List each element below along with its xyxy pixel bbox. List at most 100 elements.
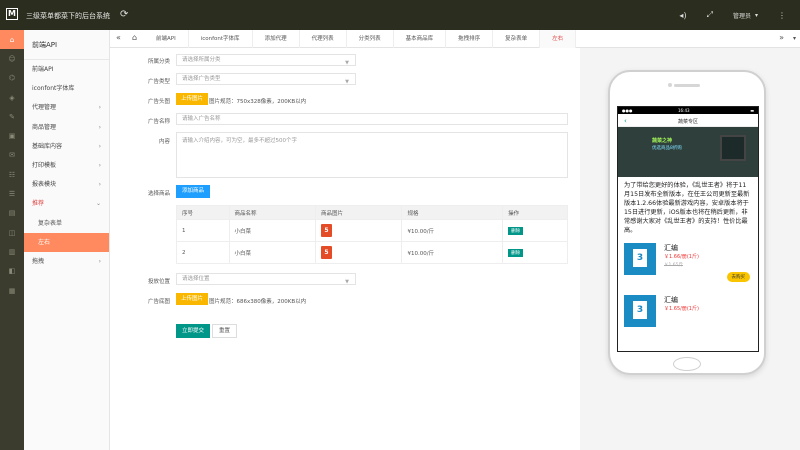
tab[interactable]: 拖拽排序 bbox=[446, 30, 494, 48]
ad-name-label: 广告名称 bbox=[147, 119, 170, 125]
tab[interactable]: 添加代理 bbox=[253, 30, 300, 48]
menu-item-label: 复杂表单 bbox=[38, 219, 63, 227]
system-title: 三级菜单都菜下的后台系统 bbox=[26, 12, 110, 20]
banner-subtitle: 优选商品8折购 bbox=[652, 146, 682, 151]
position-select[interactable]: 请选择位置 ▼ bbox=[176, 273, 356, 285]
add-goods-button[interactable]: 添加商品 bbox=[176, 185, 211, 198]
delete-button[interactable]: 删除 bbox=[508, 248, 524, 257]
menu-item-label: 报表模块 bbox=[32, 181, 57, 189]
rail-list-icon[interactable]: ☰ bbox=[0, 184, 24, 203]
tab[interactable]: 复杂表单 bbox=[493, 30, 541, 48]
menu-item-label: iconfont字体库 bbox=[32, 85, 75, 93]
refresh-icon[interactable]: ⟳ bbox=[120, 9, 128, 20]
tab[interactable]: 左右 bbox=[540, 30, 577, 48]
menu-item-label: 推荐 bbox=[32, 200, 45, 208]
rail-chart-icon[interactable]: ▥ bbox=[0, 242, 24, 261]
more-options-icon[interactable]: ⋮ bbox=[778, 11, 786, 20]
menu-item[interactable]: 代理管理 › bbox=[24, 98, 109, 117]
menu-item[interactable]: 前端API bbox=[24, 60, 109, 79]
speaker-grille bbox=[674, 84, 700, 87]
buy-button[interactable]: 去购买 bbox=[726, 272, 750, 282]
banner-title: 蔬菜之神 bbox=[652, 138, 673, 144]
position-label: 投放位置 bbox=[147, 279, 170, 285]
upload-bottom-image-button[interactable]: 上传图片 bbox=[176, 293, 209, 305]
promo-banner[interactable]: 蔬菜之神 优选商品8折购 bbox=[618, 127, 758, 177]
menu-item[interactable]: 报表模块 › bbox=[24, 175, 109, 194]
rail-chat-icon[interactable]: ✉ bbox=[0, 146, 24, 165]
tab[interactable]: 前端API bbox=[144, 30, 189, 48]
menu-item[interactable]: 商品管理 › bbox=[24, 118, 109, 137]
rail-home-icon[interactable]: ⌂ bbox=[0, 30, 24, 50]
user-menu[interactable]: 管理员 ▾ bbox=[733, 11, 758, 20]
rail-box-icon[interactable]: ▣ bbox=[0, 126, 24, 145]
delete-button[interactable]: 删除 bbox=[508, 226, 524, 235]
fullscreen-icon[interactable]: ⤢ bbox=[707, 10, 713, 20]
rail-grid-icon[interactable]: ▦ bbox=[0, 281, 24, 300]
reset-button[interactable]: 重置 bbox=[212, 324, 238, 338]
product-image: 3 bbox=[624, 295, 656, 327]
chevron-right-icon: › bbox=[98, 142, 101, 150]
rail-wrench-icon[interactable]: ✎ bbox=[0, 107, 24, 126]
rail-bag-icon[interactable]: ◧ bbox=[0, 262, 24, 281]
phone-navbar: ‹ 蔬菜专区 bbox=[618, 114, 758, 127]
rail-bank-icon[interactable]: ⌬ bbox=[0, 69, 24, 88]
scroll-tabs-right-icon[interactable]: » bbox=[779, 33, 784, 42]
tabs-menu-icon[interactable]: ▾ bbox=[793, 35, 796, 42]
goods-label: 选择商品 bbox=[147, 191, 170, 197]
bottom-image-hint: 图片规范：686x380像素，200KB以内 bbox=[209, 299, 307, 305]
rail-user-icon[interactable]: ☺ bbox=[0, 49, 24, 68]
chevron-down-icon: ▼ bbox=[345, 60, 349, 66]
table-header: 操作 bbox=[502, 205, 568, 220]
tab-bar: « ⌂ 前端API iconfont字体库 添加代理 代理列表 分类列表 基本商品库 拖拽排… bbox=[110, 30, 800, 48]
row-spec: ¥10.00/斤 bbox=[401, 241, 504, 264]
menu-item[interactable]: 打印模板 › bbox=[24, 156, 109, 175]
product-price: ￥1.65/册(1斤) bbox=[664, 306, 699, 312]
chevron-right-icon: › bbox=[98, 123, 101, 131]
product-card[interactable]: 3 汇编 ￥1.66/册(1斤) ￥1.65斤 去购买 bbox=[624, 239, 752, 291]
tab[interactable]: 分类列表 bbox=[347, 30, 394, 48]
row-name: 小白菜 bbox=[228, 241, 317, 264]
menu-item[interactable]: 左右 bbox=[24, 232, 109, 252]
table-header: 规格 bbox=[401, 205, 504, 220]
menu-item-label: 商品管理 bbox=[32, 123, 57, 131]
tab[interactable]: iconfont字体库 bbox=[189, 30, 253, 48]
chevron-right-icon: › bbox=[98, 181, 101, 189]
ad-name-input[interactable]: 请输入广告名称 bbox=[176, 113, 568, 125]
rail-tag-icon[interactable]: ◈ bbox=[0, 88, 24, 107]
notification-icon[interactable]: ◂) bbox=[679, 11, 686, 20]
menu-item-label: 基础库内容 bbox=[32, 142, 63, 150]
rail-folder-icon[interactable]: ▤ bbox=[0, 204, 24, 223]
category-select[interactable]: 请选择所属分类 ▼ bbox=[176, 54, 356, 66]
submit-button[interactable]: 立即提交 bbox=[176, 324, 211, 338]
menu-item[interactable]: 拖拽 › bbox=[24, 252, 109, 271]
product-original-price: ￥1.65斤 bbox=[664, 263, 684, 268]
html5-icon: 5 bbox=[321, 246, 332, 259]
menu-item-label: 左右 bbox=[38, 238, 51, 246]
menu-item[interactable]: 基础库内容 › bbox=[24, 137, 109, 156]
menu-item[interactable]: iconfont字体库 bbox=[24, 79, 109, 98]
home-tab-icon[interactable]: ⌂ bbox=[132, 33, 137, 42]
table-row: 2 小白菜 5 ¥10.00/斤 删除 bbox=[176, 241, 568, 264]
chevron-right-icon: › bbox=[98, 161, 101, 169]
menu-item[interactable]: 推荐 ⌄ bbox=[24, 194, 109, 213]
product-price: ￥1.66/册(1斤) bbox=[664, 254, 699, 260]
row-spec: ¥10.00/斤 bbox=[401, 219, 504, 242]
menu-heading: 前端API bbox=[24, 30, 109, 60]
tab[interactable]: 基本商品库 bbox=[394, 30, 447, 48]
table-header: 商品名称 bbox=[228, 205, 317, 220]
tab[interactable]: 代理列表 bbox=[300, 30, 347, 48]
upload-header-image-button[interactable]: 上传图片 bbox=[176, 93, 209, 105]
table-row: 1 小白菜 5 ¥10.00/斤 删除 bbox=[176, 219, 568, 242]
ad-type-label: 广告类型 bbox=[147, 79, 170, 85]
product-card[interactable]: 3 汇编 ￥1.65/册(1斤) bbox=[624, 291, 752, 343]
collapse-sidebar-icon[interactable]: « bbox=[116, 33, 121, 42]
ad-type-select[interactable]: 请选择广告类型 ▼ bbox=[176, 73, 356, 85]
menu-item[interactable]: 复杂表单 bbox=[24, 214, 109, 233]
phone-preview: ●●● 16:43 ▬ ‹ 蔬菜专区 蔬菜之神 优选商品8折购 为了带给您更好的… bbox=[608, 70, 766, 375]
article-text: 为了带给您更好的体验，《乱世王者》将于11月15日发布全新版本，在任王公司更新至… bbox=[624, 182, 750, 234]
rail-cart-icon[interactable]: ☷ bbox=[0, 165, 24, 184]
home-button[interactable] bbox=[673, 357, 701, 371]
row-index: 1 bbox=[176, 219, 230, 242]
content-textarea[interactable]: 请输入介绍内容，可为空，最多不超过500个字 bbox=[176, 132, 568, 178]
rail-gift-icon[interactable]: ◫ bbox=[0, 223, 24, 242]
